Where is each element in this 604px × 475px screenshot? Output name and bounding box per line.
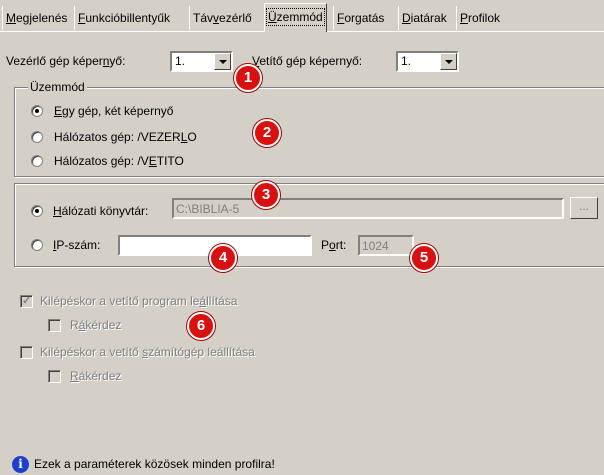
stop-computer-checkbox[interactable] (20, 346, 33, 359)
stop-computer-label: Kilépéskor a vetítő számítógép leállítás… (40, 345, 255, 359)
tab-forgatas[interactable]: Forgatás (333, 6, 388, 30)
mode-radio-one-machine[interactable] (31, 105, 43, 117)
stop-program-checkbox[interactable] (20, 294, 33, 308)
mode-option-label: Hálózatos gép: /VEZERLO (54, 130, 197, 144)
marker-4: 4 (209, 244, 237, 272)
marker-1: 1 (234, 64, 262, 92)
marker-2: 2 (253, 119, 281, 147)
tab-funkciobillentyuk[interactable]: Funkcióbillentyűk (74, 6, 174, 30)
mode-group-title: Üzemmód (28, 80, 87, 94)
marker-5: 5 (410, 244, 438, 272)
tab-profilok[interactable]: Profilok (456, 6, 504, 30)
ask-label-1: Rákérdez (70, 318, 122, 332)
tab-tavvezerlo[interactable]: Távvezérlő (189, 6, 255, 30)
ask-label-2: Rákérdez (70, 369, 122, 383)
ip-label: IP-szám: (53, 238, 101, 252)
footer-note: Ezek a paraméterek közösek minden profil… (34, 457, 275, 471)
settings-panel: Vezérlő gép képernyő: 1. Vetítő gép képe… (0, 32, 604, 475)
tab-diatarak[interactable]: Diatárak (398, 6, 450, 30)
control-screen-select[interactable]: 1. (170, 51, 233, 72)
network-library-field[interactable]: C:\BIBLIA-5 (172, 198, 564, 219)
info-icon: i (12, 456, 29, 473)
projector-screen-select[interactable]: 1. (396, 51, 459, 72)
mode-option-label: Hálózatos gép: /VETITO (54, 154, 184, 168)
browse-button[interactable]: ... (570, 197, 598, 219)
network-library-label: Hálózati könyvtár: (53, 204, 149, 218)
marker-6: 6 (187, 312, 215, 340)
chevron-down-icon[interactable] (440, 53, 457, 70)
network-library-radio[interactable] (31, 205, 43, 217)
marker-3: 3 (252, 181, 280, 209)
tab-megjelenes[interactable]: Megjelenés (2, 6, 71, 30)
tab-uzemmod[interactable]: Üzemmód (264, 3, 327, 32)
control-screen-label: Vezérlő gép képernyő: (6, 54, 126, 68)
stop-program-label: Kilépéskor a vetítő program leállítása (40, 294, 238, 308)
ask-checkbox-1[interactable] (48, 319, 61, 332)
port-field[interactable]: 1024 (358, 235, 414, 256)
ask-checkbox-2[interactable] (48, 370, 61, 383)
projector-screen-label: Vetítő gép képernyő: (252, 54, 363, 68)
chevron-down-icon[interactable] (214, 53, 231, 70)
mode-radio-network-projector[interactable] (31, 155, 43, 167)
mode-option-label: Egy gép, két képernyő (54, 104, 174, 118)
tab-strip: Megjelenés Funkcióbillentyűk Távvezérlő … (0, 0, 604, 32)
ip-radio[interactable] (31, 239, 43, 251)
mode-radio-network-controller[interactable] (31, 131, 43, 143)
port-label: Port: (321, 238, 347, 252)
